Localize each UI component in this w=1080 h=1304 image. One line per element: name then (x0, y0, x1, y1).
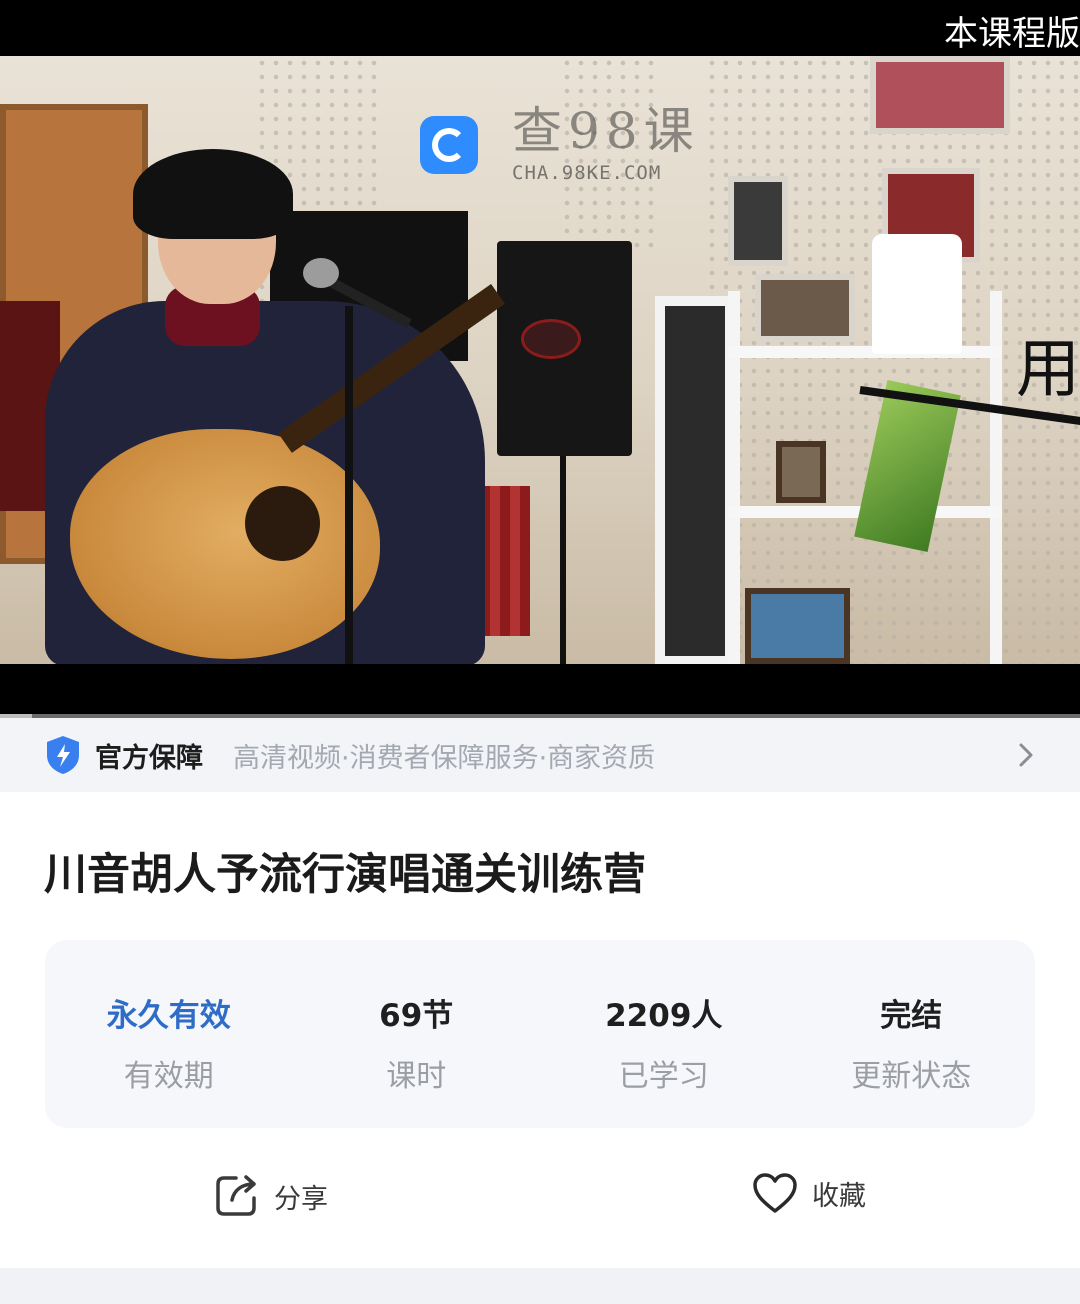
scene-photo-frame (870, 56, 1010, 134)
share-label: 分享 (274, 1183, 328, 1215)
scene-microphone (303, 258, 339, 288)
watermark-icon (420, 116, 478, 174)
scene-person-hair (133, 149, 293, 239)
stat-value: 完结 (880, 998, 943, 1034)
stat-validity: 永久有效 有效期 (45, 940, 293, 1128)
watermark-main-text: 查98课 (512, 102, 700, 160)
stat-label: 更新状态 (851, 1059, 972, 1094)
shield-icon (47, 736, 79, 774)
stat-label: 有效期 (123, 1059, 214, 1094)
watermark-logo: 查98课 CHA.98KE.COM (420, 106, 700, 184)
scene-speaker (497, 241, 632, 456)
stat-learners: 2209人 已学习 (540, 940, 788, 1128)
guarantee-title: 官方保障 (95, 742, 203, 774)
scene-photo-frame (755, 274, 855, 342)
stat-label: 已学习 (618, 1059, 709, 1094)
heart-icon (753, 1173, 797, 1213)
scene-mic-stand (345, 306, 353, 664)
scene-speaker-stand (560, 456, 566, 664)
stat-lessons: 69节 课时 (293, 940, 541, 1128)
video-player[interactable]: 本课程版 查98课 CHA.98KE.COM 用 (0, 0, 1080, 718)
scene-photo-frame (728, 176, 788, 266)
stat-value: 永久有效 (106, 998, 231, 1034)
scrolling-notice: 本课程版 (944, 14, 1080, 54)
share-button[interactable]: 分享 (212, 1172, 328, 1220)
stat-update-status: 完结 更新状态 (788, 940, 1036, 1128)
stat-value: 69节 (379, 998, 454, 1034)
favorite-button[interactable]: 收藏 (752, 1172, 866, 1214)
official-guarantee-bar[interactable]: 官方保障 高清视频·消费者保障服务·商家资质 (0, 718, 1080, 792)
course-stats-card: 永久有效 有效期 69节 课时 2209人 已学习 完结 更新状态 (45, 940, 1035, 1128)
stat-value: 2209人 (605, 998, 723, 1034)
favorite-label: 收藏 (812, 1180, 866, 1212)
video-frame[interactable]: 查98课 CHA.98KE.COM (0, 56, 1080, 664)
guarantee-items: 高清视频·消费者保障服务·商家资质 (233, 742, 656, 774)
bottom-divider-band (0, 1268, 1080, 1304)
scene-mirror (655, 296, 735, 664)
watermark-sub-text: CHA.98KE.COM (512, 162, 662, 184)
share-icon (216, 1175, 256, 1216)
scene-photo-frame (776, 441, 826, 503)
stat-label: 课时 (386, 1059, 447, 1094)
scene-planter (872, 234, 962, 354)
course-title: 川音胡人予流行演唱通关训练营 (44, 850, 646, 900)
scene-guitar-soundhole (245, 486, 320, 561)
chevron-right-icon[interactable] (1016, 740, 1036, 770)
scene-photo-frame (745, 588, 850, 664)
overlay-side-text: 用 (1016, 333, 1080, 407)
